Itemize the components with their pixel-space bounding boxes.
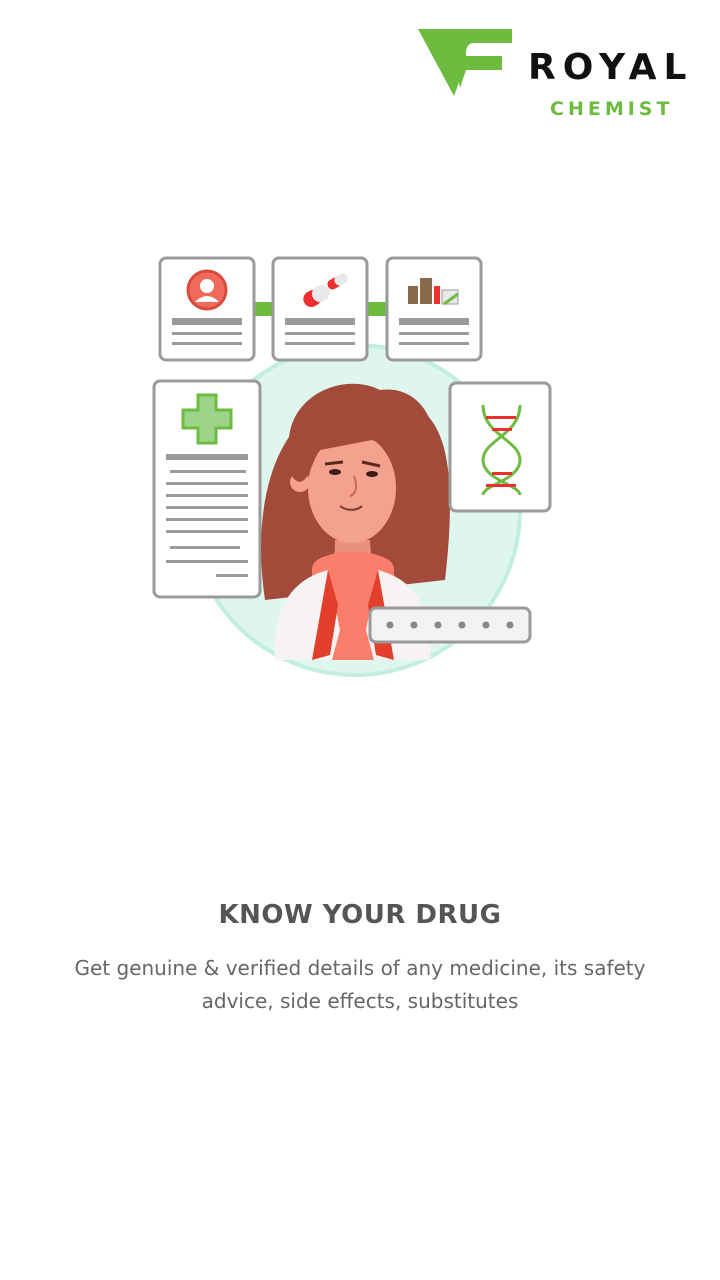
- brand-subtitle: CHEMIST: [550, 98, 674, 120]
- dna-card: [448, 381, 552, 513]
- medicine-card: [385, 256, 483, 362]
- medical-document-card: [152, 379, 262, 599]
- profile-card: [158, 256, 256, 362]
- logo-mark-icon: [418, 29, 512, 96]
- pill-card: [271, 256, 369, 362]
- password-field-graphic: [368, 606, 532, 644]
- brand-logo: ROYAL CHEMIST: [418, 24, 714, 119]
- page-title: KNOW YOUR DRUG: [218, 900, 502, 930]
- person-profile-icon: [186, 269, 228, 311]
- page-description: Get genuine & verified details of any me…: [74, 956, 646, 1013]
- doctor-illustration: [152, 256, 552, 677]
- brand-name: ROYAL: [528, 47, 694, 88]
